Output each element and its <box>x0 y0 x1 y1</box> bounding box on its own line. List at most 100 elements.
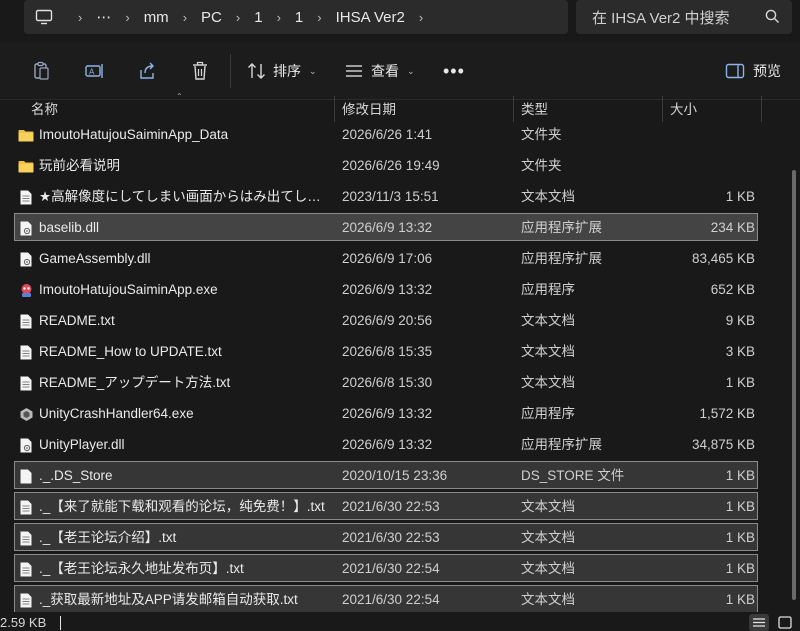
file-size: 34,875 KB <box>691 437 755 452</box>
file-row[interactable]: ._获取最新地址及APP请发邮箱自动获取.txt 2021/6/30 22:54 文… <box>14 585 758 613</box>
file-row[interactable]: ._【老王论坛永久地址发布页】.txt 2021/6/30 22:54 文本文档 1 … <box>14 554 758 582</box>
file-row[interactable]: ImoutoHatujouSaiminApp_Data 2026/6/26 1:4… <box>14 120 758 148</box>
breadcrumb-item[interactable]: 1 <box>254 9 262 26</box>
file-row[interactable]: ImoutoHatujouSaiminApp.exe 2026/6/9 13:32… <box>14 275 758 303</box>
command-bar: A 排序 ⌄ 查看 ⌄ ••• 预览 <box>0 42 800 100</box>
file-row[interactable]: UnityPlayer.dll 2026/6/9 13:32 应用程序扩展 34,87… <box>14 430 758 458</box>
more-options-icon[interactable]: ••• <box>443 58 465 84</box>
text-file-icon <box>18 183 34 211</box>
file-date: 2026/6/9 20:56 <box>342 313 433 328</box>
file-name: UnityPlayer.dll <box>39 437 125 452</box>
search-box[interactable]: 在 IHSA Ver2 中搜索 <box>576 0 792 34</box>
text-file-icon <box>18 586 34 614</box>
dll-file-icon <box>18 214 34 242</box>
rename-icon[interactable]: A <box>84 58 106 84</box>
file-date: 2026/6/8 15:35 <box>342 344 433 359</box>
unity-crash-icon <box>18 400 34 428</box>
file-type: 应用程序 <box>521 282 575 297</box>
file-date: 2026/6/9 13:32 <box>342 406 433 421</box>
file-row[interactable]: ★高解像度にしてしまい画面からはみ出てしま... 2023/11/3 15:51 文… <box>14 182 758 210</box>
search-icon[interactable] <box>765 9 780 28</box>
file-name: UnityCrashHandler64.exe <box>39 406 194 421</box>
address-bar-area: › ⋯ › mm › PC › 1 › 1 › IHSA Ver2 › 在 IHSA Ver2 中搜索 <box>0 0 800 36</box>
file-date: 2021/6/30 22:54 <box>342 561 440 576</box>
file-row[interactable]: ._.DS_Store 2020/10/15 23:36 DS_STORE 文件 1 … <box>14 461 758 489</box>
selection-size: 2.59 KB <box>0 615 47 630</box>
breadcrumb-item[interactable]: ⋯ <box>96 8 111 26</box>
tiles-view-icon[interactable] <box>775 614 795 631</box>
chevron-down-icon: ⌄ <box>309 65 317 76</box>
file-date: 2021/6/30 22:54 <box>342 592 440 607</box>
file-size: 1 KB <box>725 375 755 390</box>
svg-text:A: A <box>89 68 95 77</box>
address-bar[interactable]: › ⋯ › mm › PC › 1 › 1 › IHSA Ver2 › <box>24 0 568 34</box>
file-row[interactable]: UnityCrashHandler64.exe 2026/6/9 13:32 应用程… <box>14 399 758 427</box>
file-type: 文本文档 <box>521 592 575 607</box>
preview-pane-icon <box>725 63 745 79</box>
preview-pane-button[interactable]: 预览 <box>725 58 781 84</box>
vertical-scrollbar[interactable] <box>791 100 797 610</box>
file-name: README_How to UPDATE.txt <box>39 344 222 359</box>
delete-icon[interactable] <box>191 58 209 84</box>
file-type: 文本文档 <box>521 530 575 545</box>
text-file-icon <box>18 307 34 335</box>
view-button[interactable]: 查看 ⌄ <box>345 58 415 84</box>
search-placeholder: 在 IHSA Ver2 中搜索 <box>592 9 730 27</box>
file-type: 应用程序扩展 <box>521 220 602 235</box>
scrollbar-thumb[interactable] <box>792 170 796 600</box>
file-type: 应用程序扩展 <box>521 437 602 452</box>
file-size: 1 KB <box>725 468 755 483</box>
file-size <box>661 121 755 149</box>
file-name: README_アップデート方法.txt <box>39 375 231 390</box>
view-list-icon <box>345 64 363 78</box>
share-icon[interactable] <box>137 58 157 84</box>
file-row[interactable]: 玩前必看说明 2026/6/26 19:49 文件夹 <box>14 151 758 179</box>
file-name: ._获取最新地址及APP请发邮箱自动获取.txt <box>39 592 298 607</box>
file-type: 文本文档 <box>521 561 575 576</box>
dll-file-icon <box>18 431 34 459</box>
breadcrumb-item[interactable]: IHSA Ver2 <box>336 9 405 26</box>
chevron-right-icon[interactable]: › <box>236 10 240 25</box>
file-type: 文件夹 <box>521 158 562 173</box>
computer-icon[interactable] <box>24 9 64 25</box>
file-name: ._【来了就能下载和观看的论坛，纯免费！】.txt <box>39 499 325 514</box>
column-divider[interactable] <box>761 96 762 122</box>
app-exe-icon <box>18 276 34 304</box>
paste-icon[interactable] <box>31 58 51 84</box>
file-name: ImoutoHatujouSaiminApp.exe <box>39 282 218 297</box>
chevron-right-icon[interactable]: › <box>419 10 423 25</box>
file-date: 2026/6/26 19:49 <box>342 158 440 173</box>
file-size: 1,572 KB <box>699 406 755 421</box>
breadcrumb-item[interactable]: 1 <box>295 9 303 26</box>
preview-label: 预览 <box>753 63 781 79</box>
chevron-right-icon[interactable]: › <box>317 10 321 25</box>
chevron-right-icon[interactable]: › <box>78 10 82 25</box>
file-row[interactable]: baselib.dll 2026/6/9 13:32 应用程序扩展 234 KB <box>14 213 758 241</box>
chevron-right-icon[interactable]: › <box>277 10 281 25</box>
file-size: 234 KB <box>710 220 755 235</box>
breadcrumb-item[interactable]: PC <box>201 9 222 26</box>
file-date: 2026/6/26 1:41 <box>342 127 433 142</box>
file-size <box>661 152 755 180</box>
file-row[interactable]: ._【来了就能下载和观看的论坛，纯免费！】.txt 2021/6/30 22:53… <box>14 492 758 520</box>
file-type: 应用程序扩展 <box>521 251 602 266</box>
file-size: 9 KB <box>725 313 755 328</box>
file-row[interactable]: README.txt 2026/6/9 20:56 文本文档 9 KB <box>14 306 758 334</box>
file-name: GameAssembly.dll <box>39 251 151 266</box>
details-view-icon[interactable] <box>749 614 769 631</box>
chevron-right-icon[interactable]: › <box>125 10 129 25</box>
file-type: 文本文档 <box>521 344 575 359</box>
text-file-icon <box>18 555 34 583</box>
file-row[interactable]: README_How to UPDATE.txt 2026/6/8 15:35 文本… <box>14 337 758 365</box>
chevron-right-icon[interactable]: › <box>183 10 187 25</box>
text-file-icon <box>18 338 34 366</box>
breadcrumb-item[interactable]: mm <box>144 9 169 26</box>
file-date: 2026/6/9 13:32 <box>342 220 433 235</box>
file-row[interactable]: ._【老王论坛介绍】.txt 2021/6/30 22:53 文本文档 1 KB <box>14 523 758 551</box>
file-date: 2026/6/8 15:30 <box>342 375 433 390</box>
file-date: 2026/6/9 17:06 <box>342 251 433 266</box>
file-row[interactable]: README_アップデート方法.txt 2026/6/8 15:30 文本文档 1 K… <box>14 368 758 396</box>
sort-button[interactable]: 排序 ⌄ <box>247 58 317 84</box>
file-date: 2021/6/30 22:53 <box>342 499 440 514</box>
file-row[interactable]: GameAssembly.dll 2026/6/9 17:06 应用程序扩展 83,4… <box>14 244 758 272</box>
